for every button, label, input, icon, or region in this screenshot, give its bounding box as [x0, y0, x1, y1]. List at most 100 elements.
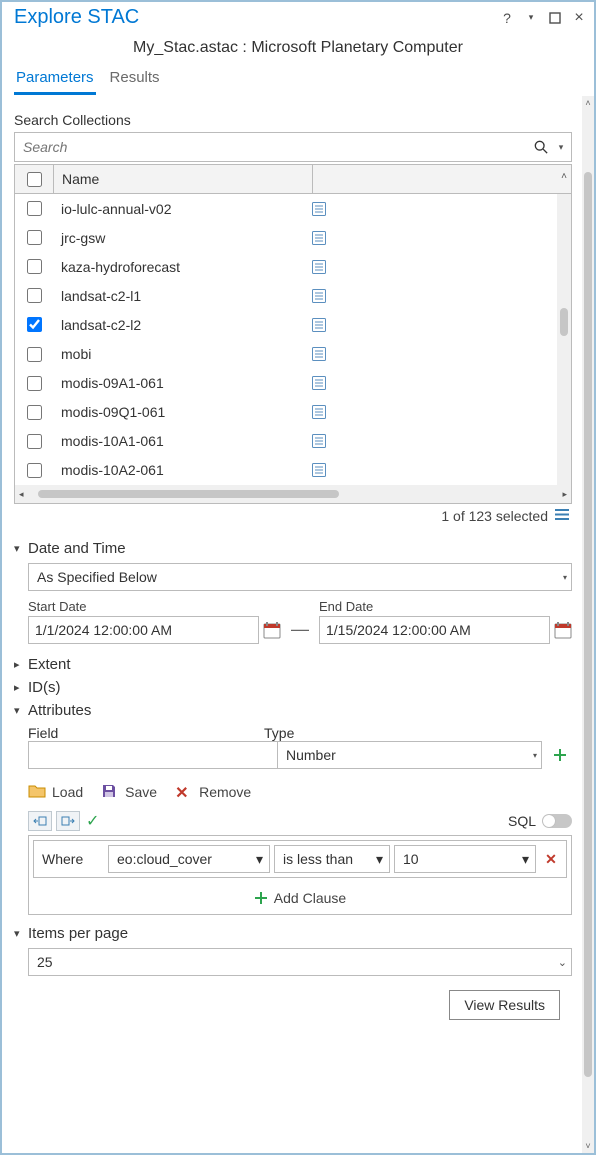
- clause-operator-dropdown[interactable]: is less than▾: [274, 845, 390, 873]
- tab-parameters[interactable]: Parameters: [14, 69, 96, 95]
- help-icon[interactable]: ?: [498, 9, 516, 27]
- list-icon[interactable]: [554, 508, 570, 524]
- table-row[interactable]: modis-10A2-061: [15, 456, 571, 485]
- search-collections-input[interactable]: ▾: [14, 132, 572, 162]
- dropdown-icon[interactable]: ▾: [522, 9, 540, 27]
- indent-left-button[interactable]: [28, 811, 52, 831]
- window-title: Explore STAC: [14, 6, 139, 29]
- row-checkbox[interactable]: [27, 288, 42, 303]
- select-all-checkbox[interactable]: [27, 172, 42, 187]
- date-mode-dropdown[interactable]: As Specified Below ▾: [28, 563, 572, 591]
- table-row[interactable]: modis-10A1-061: [15, 427, 571, 456]
- sql-toggle[interactable]: [542, 814, 572, 828]
- start-date-input[interactable]: 1/1/2024 12:00:00 AM: [28, 616, 259, 644]
- date-time-header[interactable]: ▾ Date and Time: [14, 540, 572, 557]
- collection-name: modis-10A2-061: [53, 462, 311, 478]
- properties-icon[interactable]: [311, 375, 327, 391]
- table-row[interactable]: mobi: [15, 339, 571, 368]
- row-checkbox[interactable]: [27, 405, 42, 420]
- table-row[interactable]: landsat-c2-l2: [15, 310, 571, 339]
- properties-icon[interactable]: [311, 404, 327, 420]
- search-collections-label: Search Collections: [14, 112, 572, 128]
- view-results-button[interactable]: View Results: [449, 990, 560, 1020]
- start-date-label: Start Date: [28, 599, 281, 614]
- calendar-icon[interactable]: [263, 621, 281, 639]
- clause-where: Where: [38, 846, 104, 872]
- chevron-down-icon: ▾: [14, 704, 28, 717]
- table-row[interactable]: jrc-gsw: [15, 223, 571, 252]
- floppy-icon: [101, 783, 119, 801]
- explore-stac-pane: Explore STAC ? ▾ × My_Stac.astac : Micro…: [0, 0, 596, 1155]
- row-checkbox[interactable]: [27, 317, 42, 332]
- ids-header[interactable]: ▸ ID(s): [14, 679, 572, 696]
- row-checkbox[interactable]: [27, 201, 42, 216]
- search-input[interactable]: [15, 133, 531, 161]
- vertical-scrollbar[interactable]: [557, 194, 571, 485]
- chevron-down-icon: ▾: [14, 927, 28, 940]
- chevron-down-icon: ▾: [563, 573, 567, 582]
- x-icon: ✕: [175, 783, 193, 801]
- calendar-icon[interactable]: [554, 621, 572, 639]
- properties-icon[interactable]: [311, 317, 327, 333]
- items-per-page-header[interactable]: ▾ Items per page: [14, 925, 572, 942]
- row-checkbox[interactable]: [27, 434, 42, 449]
- panel-scrollbar[interactable]: ˄ ˅: [582, 96, 594, 1153]
- sql-label: SQL: [508, 813, 536, 829]
- table-row[interactable]: modis-09Q1-061: [15, 398, 571, 427]
- column-header-name[interactable]: Name: [54, 165, 313, 193]
- query-clause: Where eo:cloud_cover▾ is less than▾ 10▾ …: [33, 840, 567, 878]
- query-builder: Where eo:cloud_cover▾ is less than▾ 10▾ …: [28, 835, 572, 915]
- table-row[interactable]: kaza-hydroforecast: [15, 252, 571, 281]
- table-row[interactable]: io-lulc-annual-v02: [15, 194, 571, 223]
- close-icon[interactable]: ×: [570, 9, 588, 27]
- collection-name: modis-09Q1-061: [53, 404, 311, 420]
- chevron-up-icon[interactable]: ˄: [561, 171, 567, 182]
- table-row[interactable]: modis-09A1-061: [15, 369, 571, 398]
- end-date-input[interactable]: 1/15/2024 12:00:00 AM: [319, 616, 550, 644]
- row-checkbox[interactable]: [27, 463, 42, 478]
- end-date-label: End Date: [319, 599, 572, 614]
- attribute-field-input[interactable]: [28, 741, 277, 769]
- indent-right-button[interactable]: [56, 811, 80, 831]
- row-checkbox[interactable]: [27, 230, 42, 245]
- collection-name: modis-10A1-061: [53, 433, 311, 449]
- collection-name: landsat-c2-l2: [53, 317, 311, 333]
- chevron-down-icon: ⌄: [558, 956, 567, 969]
- chevron-down-icon[interactable]: ▾: [551, 137, 571, 157]
- attribute-type-dropdown[interactable]: Number ▾: [277, 741, 542, 769]
- row-checkbox[interactable]: [27, 376, 42, 391]
- plus-icon[interactable]: [548, 743, 572, 767]
- clause-field-dropdown[interactable]: eo:cloud_cover▾: [108, 845, 270, 873]
- items-per-page-dropdown[interactable]: 25 ⌄: [28, 948, 572, 976]
- collection-name: modis-09A1-061: [53, 375, 311, 391]
- properties-icon[interactable]: [311, 433, 327, 449]
- check-icon[interactable]: ✓: [86, 811, 99, 831]
- properties-icon[interactable]: [311, 462, 327, 478]
- tab-bar: Parameters Results: [2, 69, 594, 96]
- properties-icon[interactable]: [311, 201, 327, 217]
- row-checkbox[interactable]: [27, 347, 42, 362]
- extent-header[interactable]: ▸ Extent: [14, 656, 572, 673]
- date-range-dash: —: [289, 619, 311, 640]
- horizontal-scrollbar[interactable]: ◂▸: [15, 485, 571, 503]
- properties-icon[interactable]: [311, 230, 327, 246]
- tab-results[interactable]: Results: [108, 69, 162, 95]
- clause-value-dropdown[interactable]: 10▾: [394, 845, 536, 873]
- attributes-header[interactable]: ▾ Attributes: [14, 702, 572, 719]
- save-button[interactable]: Save: [101, 783, 157, 801]
- maximize-icon[interactable]: [546, 9, 564, 27]
- chevron-right-icon: ▸: [14, 681, 28, 694]
- remove-clause-icon[interactable]: ✕: [540, 851, 562, 868]
- add-clause-button[interactable]: Add Clause: [33, 890, 567, 906]
- chevron-right-icon: ▸: [14, 658, 28, 671]
- table-row[interactable]: landsat-c2-l1: [15, 281, 571, 310]
- properties-icon[interactable]: [311, 259, 327, 275]
- load-button[interactable]: Load: [28, 783, 83, 801]
- collection-name: kaza-hydroforecast: [53, 259, 311, 275]
- remove-button[interactable]: ✕ Remove: [175, 783, 251, 801]
- properties-icon[interactable]: [311, 346, 327, 362]
- row-checkbox[interactable]: [27, 259, 42, 274]
- search-icon[interactable]: [531, 137, 551, 157]
- collection-name: jrc-gsw: [53, 230, 311, 246]
- properties-icon[interactable]: [311, 288, 327, 304]
